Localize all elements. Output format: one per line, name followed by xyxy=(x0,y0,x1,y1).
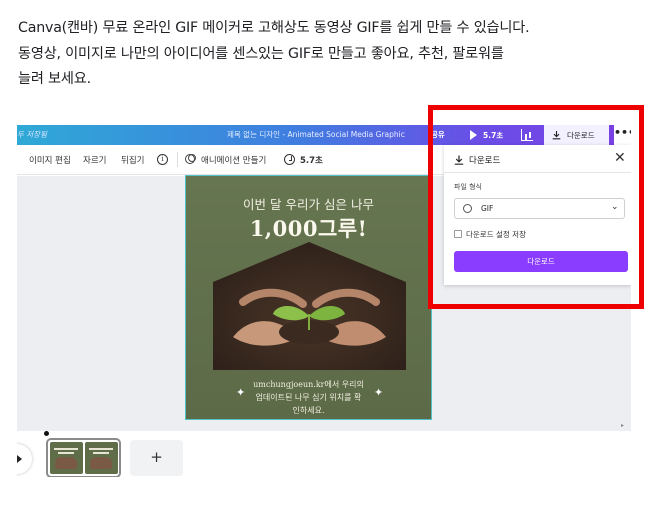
document-title[interactable]: 제목 없는 디자인 - Animated Social Media Graphi… xyxy=(227,129,405,140)
design-headline-small[interactable]: 이번 달 우리가 심은 나무 xyxy=(186,194,431,213)
design-headline-big[interactable]: 1,000그루! xyxy=(186,213,431,243)
page-thumbnail[interactable] xyxy=(46,438,121,477)
thumb-text-line xyxy=(93,452,109,454)
thumb-text-line xyxy=(58,452,74,454)
playhead-marker[interactable] xyxy=(44,431,49,436)
flip-button[interactable]: 뒤집기 xyxy=(121,154,144,166)
save-status: 두 저장됨 xyxy=(17,130,47,139)
timeline-play-button[interactable] xyxy=(17,444,32,474)
intro-line-2: 동영상, 이미지로 나만의 아이디어를 센스있는 GIF로 만들고 좋아요, 추… xyxy=(18,45,504,62)
thumbnail-frame xyxy=(85,442,118,474)
thumb-text-line xyxy=(54,448,78,450)
intro-text: Canva(캔바) 무료 온라인 GIF 메이커로 고해상도 동영상 GIF를 … xyxy=(18,16,638,93)
intro-line-3: 늘려 보세요. xyxy=(18,71,91,87)
hands-seedling-photo[interactable] xyxy=(213,242,406,370)
design-footer-line-2: 업데이트된 나무 심기 위치를 확 xyxy=(255,393,362,402)
design-footer-text[interactable]: umchungjoeun.kr에서 우리의 업데이트된 나무 심기 위치를 확 … xyxy=(186,378,431,417)
thumb-image xyxy=(55,457,77,469)
add-page-button[interactable]: + xyxy=(130,440,183,476)
scroll-arrow-icon[interactable]: ▸ xyxy=(621,422,624,429)
design-footer-line-3: 인하세요. xyxy=(292,406,325,415)
intro-line-1: Canva(캔바) 무료 온라인 GIF 메이커로 고해상도 동영상 GIF를 … xyxy=(18,20,530,36)
highlight-box xyxy=(428,105,644,309)
thumbnail-frame xyxy=(50,442,83,474)
page-timeline: + xyxy=(17,431,631,477)
animate-button[interactable]: 애니메이션 만들기 xyxy=(201,154,266,166)
thumb-image xyxy=(90,457,112,469)
toolbar-divider xyxy=(177,152,178,167)
thumb-text-line xyxy=(89,448,113,450)
edit-image-button[interactable]: 이미지 편집 xyxy=(29,154,71,166)
duration-button[interactable]: 5.7초 xyxy=(300,154,323,166)
design-page[interactable]: 이번 달 우리가 심은 나무 1,000그루! ✦ ✦ umchungjoeun… xyxy=(185,175,432,420)
info-icon[interactable]: i xyxy=(157,154,168,165)
design-footer-line-1: umchungjoeun.kr에서 우리의 xyxy=(253,380,364,389)
crop-button[interactable]: 자르기 xyxy=(83,154,106,166)
clock-icon[interactable] xyxy=(284,154,295,165)
animate-icon xyxy=(185,154,196,164)
